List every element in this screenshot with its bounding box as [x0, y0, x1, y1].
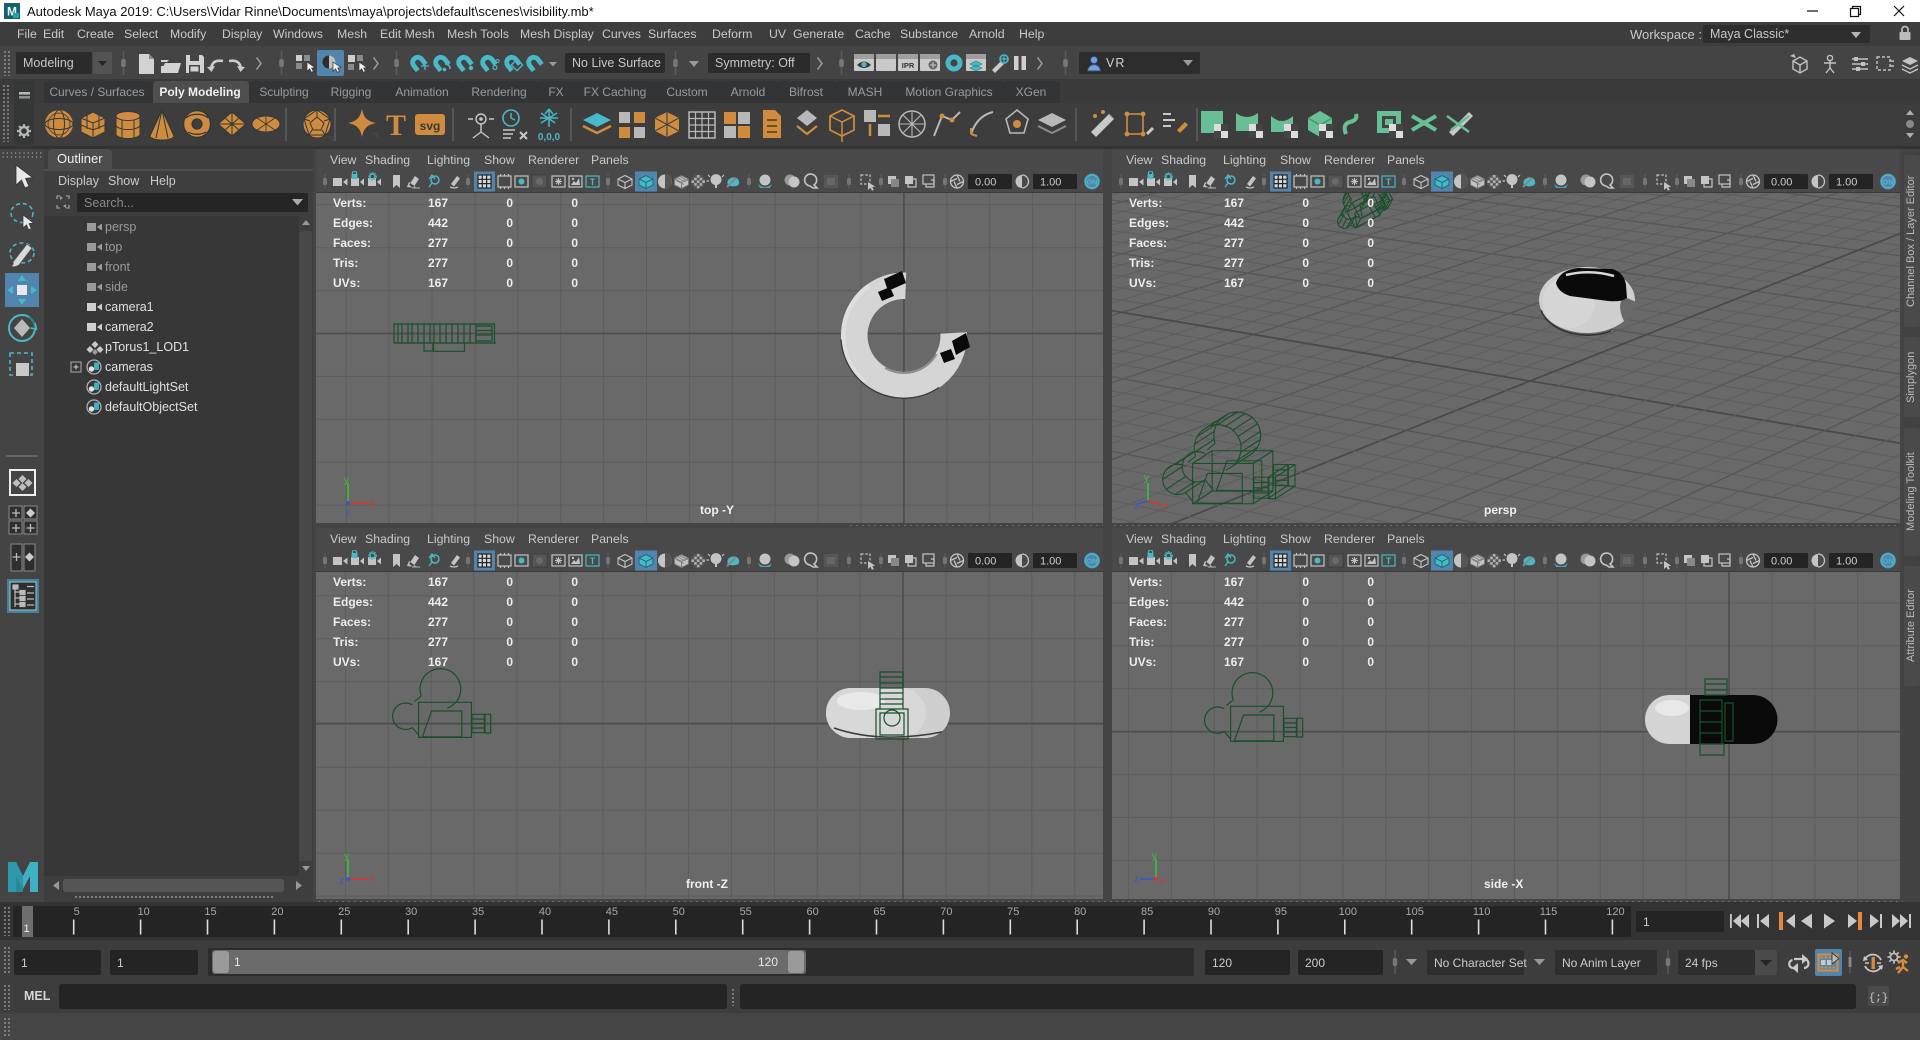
svg-text:0.00: 0.00 [975, 177, 996, 189]
svg-text:50: 50 [673, 906, 685, 918]
svg-text:ON: ON [1087, 180, 1098, 187]
svg-text:{;}: {;} [1869, 993, 1889, 1005]
svg-text:y: y [1144, 473, 1149, 484]
svg-text:115: 115 [1540, 906, 1558, 918]
svg-text:z: z [1134, 501, 1139, 512]
svg-text:1.00: 1.00 [1040, 556, 1061, 568]
svg-text:y: y [344, 851, 349, 862]
svg-text:0.00: 0.00 [975, 556, 996, 568]
svg-text:ON: ON [1883, 559, 1894, 566]
svg-text:1.00: 1.00 [1040, 177, 1061, 189]
svg-text:10: 10 [137, 906, 149, 918]
svg-text:5: 5 [74, 906, 80, 918]
svg-text:105: 105 [1406, 906, 1424, 918]
svg-text:ON: ON [1883, 180, 1894, 187]
svg-text:55: 55 [740, 906, 752, 918]
svg-text:T: T [590, 177, 596, 187]
svg-text:y: y [1152, 851, 1157, 862]
svg-text:100: 100 [1339, 906, 1357, 918]
svg-text:T: T [1386, 177, 1392, 187]
svg-text:40: 40 [539, 906, 551, 918]
svg-text:20: 20 [271, 906, 283, 918]
svg-text:z: z [339, 876, 344, 887]
svg-text:30: 30 [405, 906, 417, 918]
svg-text:85: 85 [1141, 906, 1153, 918]
svg-text:15: 15 [204, 906, 216, 918]
svg-text:T: T [386, 109, 406, 142]
svg-text:60: 60 [806, 906, 818, 918]
svg-text:y: y [344, 475, 349, 486]
svg-text:75: 75 [1007, 906, 1019, 918]
svg-text:35: 35 [472, 906, 484, 918]
svg-text:45: 45 [606, 906, 618, 918]
svg-text:25: 25 [338, 906, 350, 918]
svg-text:70: 70 [940, 906, 952, 918]
svg-text:110: 110 [1473, 906, 1491, 918]
svg-text:0.00: 0.00 [1771, 177, 1792, 189]
svg-text:IPR: IPR [902, 61, 915, 70]
svg-text:z: z [1134, 874, 1139, 885]
svg-text:x: x [1160, 876, 1165, 887]
svg-text:T: T [1386, 556, 1392, 566]
svg-text:95: 95 [1275, 906, 1287, 918]
svg-text:90: 90 [1208, 906, 1220, 918]
svg-text:svg: svg [420, 119, 441, 133]
svg-text:T: T [590, 556, 596, 566]
svg-text:1.00: 1.00 [1836, 556, 1857, 568]
svg-text:x: x [370, 498, 375, 509]
svg-text:0,0,0: 0,0,0 [538, 132, 561, 143]
svg-text:0.00: 0.00 [1771, 556, 1792, 568]
svg-text:z: z [345, 508, 350, 519]
svg-text:120: 120 [1606, 906, 1624, 918]
svg-text:80: 80 [1074, 906, 1086, 918]
svg-text:ON: ON [1087, 559, 1098, 566]
svg-text:1.00: 1.00 [1836, 177, 1857, 189]
svg-text:x: x [370, 874, 375, 885]
svg-text:x: x [1164, 501, 1169, 512]
svg-text:65: 65 [873, 906, 885, 918]
